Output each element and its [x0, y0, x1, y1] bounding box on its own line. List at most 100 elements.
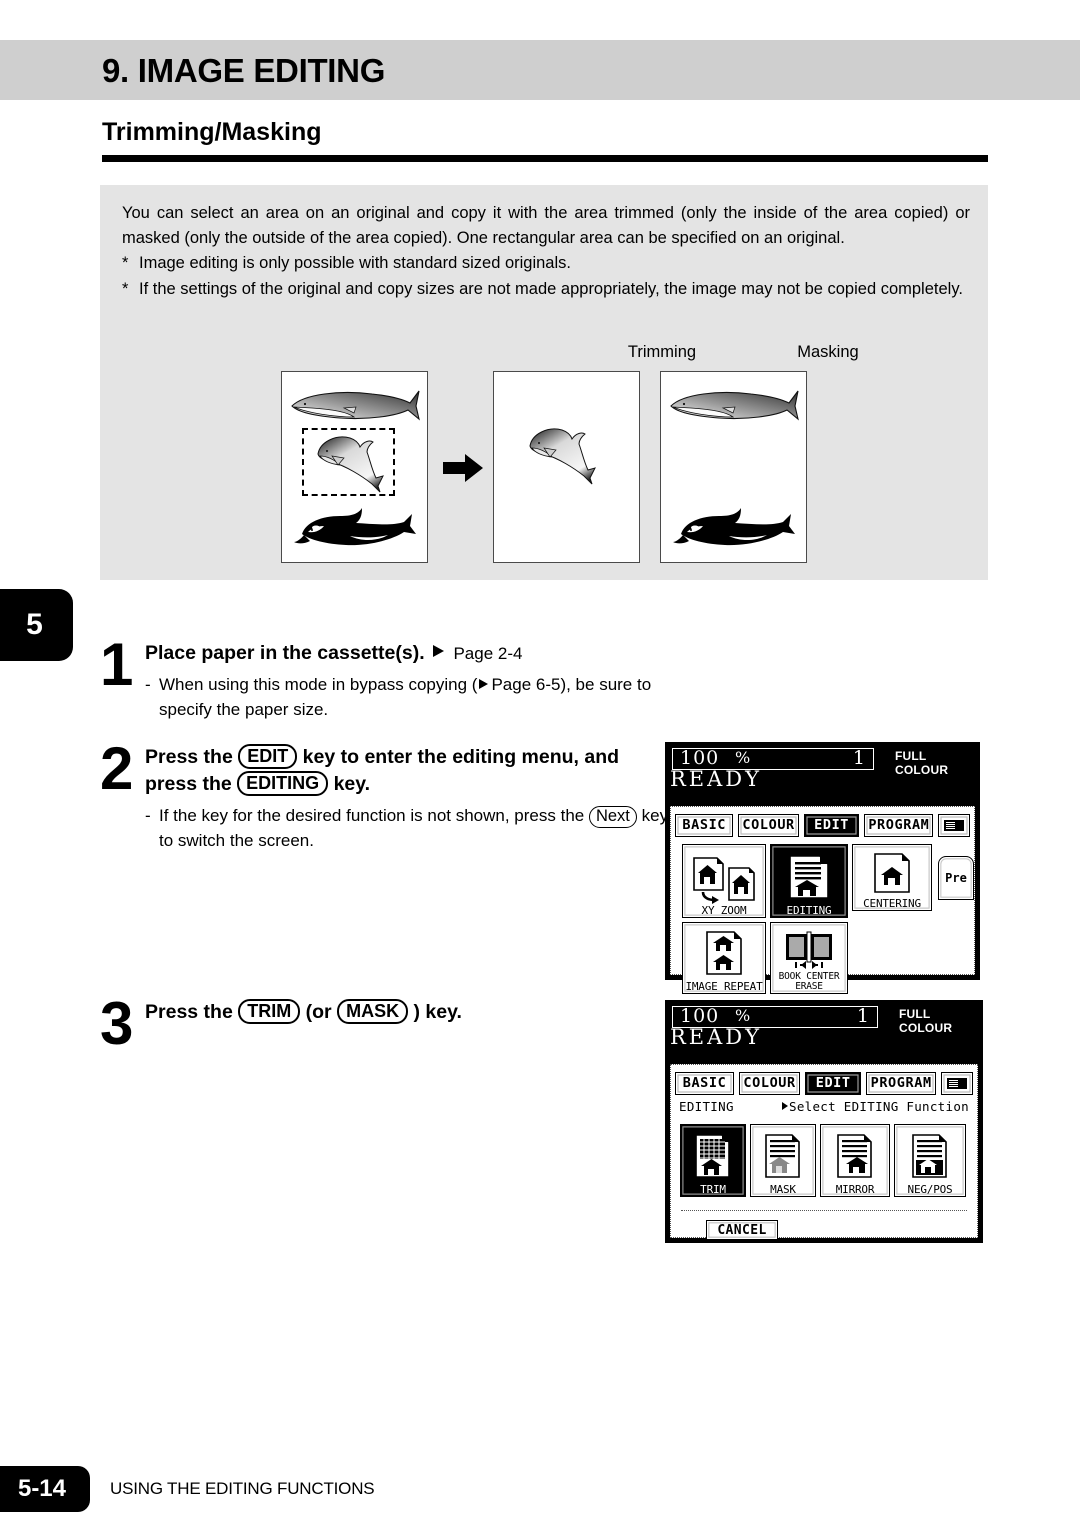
lcd1-function-label: XY ZOOM — [701, 904, 747, 917]
mask-key-reference: MASK — [337, 999, 409, 1024]
lcd2-function-trim[interactable]: TRIM — [680, 1124, 746, 1197]
lcd1-colour-mode: FULL COLOUR — [895, 749, 949, 777]
lcd-panel-editing-functions[interactable]: 100 % 1 FULL COLOUR READY BASIC COLOUR E… — [665, 1000, 983, 1243]
lcd2-percent-symbol: % — [735, 1006, 751, 1025]
trim-key-reference: TRIM — [238, 999, 301, 1024]
section-title: Trimming/Masking — [102, 118, 322, 146]
whale-illustration — [291, 390, 420, 421]
illustration-group: Trimming Masking — [100, 343, 988, 573]
keypad-icon — [944, 819, 965, 831]
step-1-heading-text: Place paper in the cassette(s). — [145, 642, 425, 664]
step-1-number: 1 — [100, 631, 134, 698]
step-1-subnote: - When using this mode in bypass copying… — [145, 672, 680, 722]
lcd2-function-mirror[interactable]: MIRROR — [820, 1124, 890, 1197]
lcd2-function-mask[interactable]: MASK — [750, 1124, 816, 1197]
lcd1-function-xy-zoom[interactable]: XY ZOOM — [682, 844, 766, 918]
lcd1-preview-tab[interactable]: Pre — [938, 856, 974, 900]
step-1-sub-a: When using this mode in bypass copying ( — [159, 675, 478, 694]
lcd1-tab-colour[interactable]: COLOUR — [738, 813, 799, 837]
illustration-label-trimming: Trimming — [627, 343, 697, 361]
lcd1-status-area: 100 % 1 FULL COLOUR READY — [667, 744, 978, 806]
mirror-icon — [837, 1134, 872, 1178]
lcd2-tab-keypad[interactable] — [941, 1071, 973, 1095]
whale-illustration-masked — [670, 390, 799, 421]
lcd1-status-text: READY — [670, 767, 763, 791]
lcd2-divider — [681, 1210, 967, 1211]
mask-icon — [765, 1134, 800, 1178]
lcd1-function-centering[interactable]: CENTERING — [852, 844, 932, 911]
lcd2-colour-mode: FULL COLOUR — [899, 1007, 953, 1035]
lcd1-tab-edit[interactable]: EDIT — [803, 813, 860, 837]
lcd2-tab-program[interactable]: PROGRAM — [866, 1071, 936, 1095]
side-chapter-tab: 5 — [0, 589, 73, 661]
lcd1-function-grid: XY ZOOM EDITING CENTERING Pre IMAGE REPE… — [676, 842, 974, 1000]
step-2-number: 2 — [100, 735, 134, 802]
step-1-body: Place paper in the cassette(s). Page 2-4… — [145, 640, 680, 722]
editing-icon — [789, 855, 829, 899]
centering-icon — [874, 853, 910, 893]
step-3-heading: Press the TRIM (or MASK ) key. — [145, 999, 462, 1026]
illustration-label-masking: Masking — [797, 343, 859, 361]
step-1-page-ref: Page 2-4 — [453, 644, 523, 663]
next-key-reference: Next — [588, 806, 637, 828]
lcd2-tab-edit[interactable]: EDIT — [805, 1071, 862, 1095]
note-marker: * — [122, 279, 129, 298]
description-note: * If the settings of the original and co… — [122, 277, 970, 302]
description-note: * Image editing is only possible with st… — [122, 251, 970, 276]
lcd-panel-edit-menu[interactable]: 100 % 1 FULL COLOUR READY BASIC COLOUR E… — [665, 742, 980, 994]
lcd1-function-book-center-erase[interactable]: BOOK CENTER ERASE — [770, 922, 848, 994]
lcd1-function-editing[interactable]: EDITING — [770, 844, 848, 918]
lcd1-preview-label: Pre — [945, 871, 967, 885]
lcd1-body: BASIC COLOUR EDIT PROGRAM XY ZOOM EDITIN… — [670, 806, 975, 994]
dolphin-illustration — [317, 436, 384, 493]
lcd2-tab-colour[interactable]: COLOUR — [739, 1071, 801, 1095]
step-2-sub-a: If the key for the desired function is n… — [159, 806, 585, 825]
note-text: Image editing is only possible with stan… — [139, 254, 571, 272]
step-2-head-c: key. — [333, 773, 371, 795]
section-rule — [102, 155, 988, 162]
lcd1-tab-program[interactable]: PROGRAM — [864, 813, 934, 837]
description-paragraph: You can select an area on an original an… — [122, 204, 970, 247]
lcd1-function-label: IMAGE REPEAT — [685, 980, 763, 993]
lcd1-tab-keypad[interactable] — [938, 813, 970, 837]
lcd1-function-label: EDITING — [786, 904, 832, 917]
xy-zoom-icon — [693, 857, 755, 904]
lcd2-zoom-ratio: 100 — [680, 1005, 720, 1027]
lcd1-zoom-ratio: 100 — [680, 747, 720, 769]
book-center-erase-icon — [786, 931, 832, 969]
keypad-icon — [947, 1077, 967, 1089]
editing-key-reference: EDITING — [237, 771, 329, 796]
lcd1-copy-count: 1 — [852, 747, 865, 769]
step-1-subnote-text: When using this mode in bypass copying (… — [159, 672, 680, 722]
lcd2-function-grid: TRIM MASK MIRROR NEG/POS CANCEL — [676, 1124, 972, 1284]
step-3-number: 3 — [100, 990, 134, 1057]
step-3-head-b: (or — [305, 1001, 332, 1023]
lcd1-function-label-line2: ERASE — [795, 981, 823, 992]
lcd2-function-label: MIRROR — [835, 1183, 875, 1196]
step-2-subnote: - If the key for the desired function is… — [145, 803, 670, 853]
lcd1-function-image-repeat[interactable]: IMAGE REPEAT — [682, 922, 766, 994]
lcd2-prompt: Select EDITING Function — [782, 1099, 969, 1114]
lcd2-status-text: READY — [670, 1025, 763, 1049]
step-1-sub-ref: Page 6-5 — [491, 675, 561, 694]
lcd2-function-label: NEG/POS — [907, 1183, 953, 1196]
lcd1-percent-symbol: % — [735, 748, 751, 767]
step-3-head-a: Press the — [145, 1001, 233, 1023]
lcd2-cancel-button[interactable]: CANCEL — [706, 1220, 778, 1240]
lcd2-tab-row: BASIC COLOUR EDIT PROGRAM — [675, 1070, 973, 1096]
lcd2-function-neg-pos[interactable]: NEG/POS — [894, 1124, 966, 1197]
lcd1-tab-basic[interactable]: BASIC — [675, 813, 734, 837]
footer-page-tab: 5-14 — [0, 1466, 90, 1512]
lcd1-function-label: CENTERING — [863, 897, 921, 910]
bullet-dash: - — [145, 675, 151, 694]
lcd2-tab-basic[interactable]: BASIC — [675, 1071, 735, 1095]
footer-page-number: 5-14 — [17, 1475, 67, 1502]
note-marker: * — [122, 254, 129, 272]
trimming-result-sheet — [493, 371, 640, 563]
image-repeat-icon — [706, 931, 742, 975]
lcd2-status-area: 100 % 1 FULL COLOUR READY — [667, 1002, 981, 1064]
trim-icon — [695, 1134, 730, 1178]
lcd2-function-label: MASK — [770, 1183, 796, 1196]
lcd2-prompt-line: EDITING Select EDITING Function — [679, 1099, 971, 1117]
step-2-subnote-text: If the key for the desired function is n… — [159, 803, 670, 853]
